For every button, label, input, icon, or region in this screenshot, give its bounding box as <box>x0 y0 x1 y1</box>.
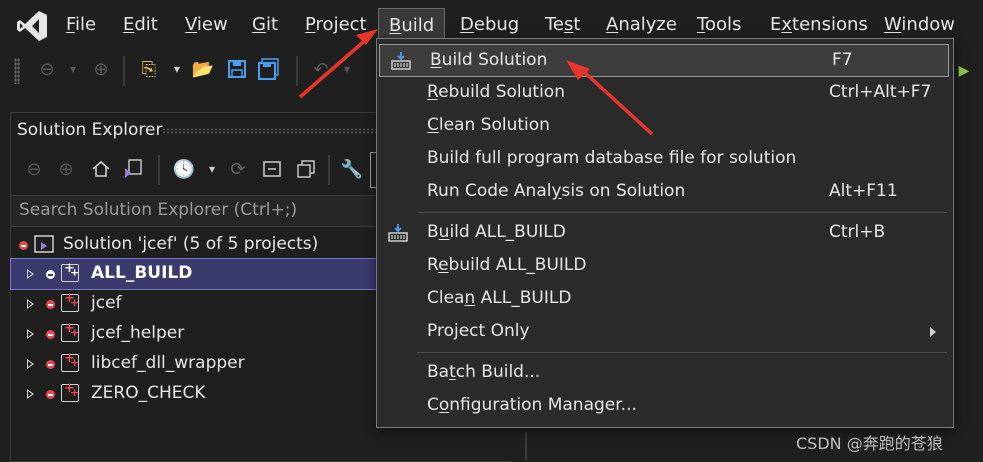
cpp-project-icon <box>61 291 79 312</box>
menu-separator <box>417 352 947 353</box>
menu-git[interactable]: Git <box>252 14 278 35</box>
menu-item-label: Rebuild ALL_BUILD <box>427 255 587 275</box>
menu-item-label: Build ALL_BUILD <box>427 222 566 242</box>
menu-item-shortcut: Ctrl+Alt+F7 <box>829 82 932 102</box>
cpp-project-icon <box>61 351 79 372</box>
menu-debug[interactable]: Debug <box>460 14 519 35</box>
build-icon <box>391 52 411 70</box>
search-placeholder: Search Solution Explorer (Ctrl+;) <box>19 200 298 220</box>
error-status-icon <box>46 360 55 369</box>
menu-item-clean-all-build[interactable]: Clean ALL_BUILD <box>377 283 953 316</box>
submenu-arrow-icon <box>930 327 936 337</box>
menu-separator <box>417 212 947 213</box>
menu-extensions[interactable]: Extensions <box>770 14 868 35</box>
watermark: CSDN @奔跑的苍狼 <box>796 434 943 453</box>
properties-wrench-icon[interactable]: 🔧 <box>338 155 366 183</box>
expand-arrow-icon[interactable] <box>27 329 34 339</box>
menu-project[interactable]: Project <box>305 14 367 35</box>
solution-explorer-title: Solution Explorer <box>17 120 163 140</box>
menu-item-build-all-build[interactable]: Build ALL_BUILD Ctrl+B <box>377 217 953 250</box>
menu-item-batch-build[interactable]: Batch Build... <box>377 357 953 390</box>
project-label: jcef <box>91 293 122 313</box>
menu-item-rebuild-all-build[interactable]: Rebuild ALL_BUILD <box>377 250 953 283</box>
toolbar-separator <box>328 155 330 185</box>
forward-icon[interactable]: ⊕ <box>52 155 80 183</box>
menu-item-shortcut: F7 <box>832 50 853 70</box>
menu-window[interactable]: Window <box>884 14 955 35</box>
collapse-all-icon[interactable] <box>258 155 286 183</box>
new-project-icon[interactable]: ⎘ <box>136 56 162 82</box>
show-all-files-icon[interactable] <box>292 155 320 183</box>
dropdown-arrow-icon[interactable]: ▾ <box>334 56 360 82</box>
toolbar-separator <box>296 56 298 86</box>
editor-pane-edge <box>525 432 527 460</box>
menu-edit[interactable]: Edit <box>123 14 158 35</box>
dropdown-arrow-icon[interactable]: ▾ <box>164 56 190 82</box>
menu-item-run-code-analysis[interactable]: Run Code Analysis on Solution Alt+F11 <box>377 176 953 209</box>
menu-item-label: Rebuild Solution <box>427 82 565 102</box>
menu-test[interactable]: Test <box>545 14 580 35</box>
menu-item-shortcut: Alt+F11 <box>829 181 898 201</box>
menu-item-shortcut: Ctrl+B <box>829 222 886 242</box>
project-label: libcef_dll_wrapper <box>91 353 245 373</box>
build-menu-dropdown: Build Solution F7 Rebuild Solution Ctrl+… <box>376 38 954 428</box>
menu-item-project-only[interactable]: Project Only <box>377 316 953 349</box>
pending-changes-filter-icon[interactable]: 🕓 <box>170 155 198 183</box>
project-label: jcef_helper <box>91 323 185 343</box>
toolbar-separator <box>158 155 160 185</box>
expand-arrow-icon[interactable] <box>27 359 34 369</box>
undo-icon[interactable]: ↶ <box>308 56 334 82</box>
error-status-icon <box>19 241 28 250</box>
menu-item-label: Clean ALL_BUILD <box>427 288 572 308</box>
project-label: ALL_BUILD <box>91 263 193 283</box>
save-icon[interactable] <box>224 56 250 82</box>
menu-analyze[interactable]: Analyze <box>606 14 677 35</box>
switch-views-icon[interactable] <box>120 155 148 183</box>
expand-arrow-icon[interactable] <box>27 389 34 399</box>
dropdown-arrow-icon[interactable]: ▾ <box>60 56 86 82</box>
menu-item-rebuild-solution[interactable]: Rebuild Solution Ctrl+Alt+F7 <box>377 77 953 110</box>
navigate-forward-icon[interactable]: ⊕ <box>88 56 114 82</box>
menu-item-label: Batch Build... <box>427 362 541 382</box>
menu-file[interactable]: File <box>66 14 96 35</box>
menu-item-label: Run Code Analysis on Solution <box>427 181 686 201</box>
cpp-project-icon <box>61 261 79 282</box>
error-status-icon <box>46 390 55 399</box>
menu-item-configuration-manager[interactable]: Configuration Manager... <box>377 390 953 423</box>
menu-item-clean-solution[interactable]: Clean Solution <box>377 110 953 143</box>
menu-item-build-solution[interactable]: Build Solution F7 <box>379 44 949 77</box>
visual-studio-logo-icon <box>17 11 47 41</box>
error-status-icon <box>46 330 55 339</box>
back-icon[interactable]: ⊖ <box>20 155 48 183</box>
expand-arrow-icon[interactable] <box>27 269 34 279</box>
build-icon <box>388 224 408 242</box>
save-all-icon[interactable] <box>256 56 282 82</box>
start-debug-icon[interactable]: ▶ <box>954 58 974 84</box>
solution-label: Solution 'jcef' (5 of 5 projects) <box>63 234 319 254</box>
project-label: ZERO_CHECK <box>91 383 206 403</box>
menu-tools[interactable]: Tools <box>697 14 741 35</box>
solution-icon <box>34 235 54 253</box>
dropdown-arrow-icon[interactable]: ▾ <box>198 155 226 183</box>
error-status-icon <box>46 300 55 309</box>
open-folder-icon[interactable]: 📂 <box>190 56 216 82</box>
menu-item-label: Build Solution <box>430 50 548 70</box>
cpp-project-icon <box>61 381 79 402</box>
home-icon[interactable] <box>87 155 115 183</box>
expand-arrow-icon[interactable] <box>27 299 34 309</box>
menu-item-label: Project Only <box>427 321 530 341</box>
error-status-icon <box>46 270 55 279</box>
navigate-back-icon[interactable]: ⊖ <box>34 56 60 82</box>
sync-icon[interactable]: ⟳ <box>224 155 252 183</box>
cpp-project-icon <box>61 321 79 342</box>
menu-item-build-pdb[interactable]: Build full program database file for sol… <box>377 143 953 176</box>
menu-view[interactable]: View <box>185 14 228 35</box>
menu-item-label: Configuration Manager... <box>427 395 637 415</box>
toolbar-separator <box>123 56 125 86</box>
menu-item-label: Clean Solution <box>427 115 550 135</box>
panel-drag-handle[interactable] <box>162 128 377 134</box>
toolbar-grip-icon[interactable] <box>14 58 20 84</box>
menu-item-label: Build full program database file for sol… <box>427 148 797 168</box>
